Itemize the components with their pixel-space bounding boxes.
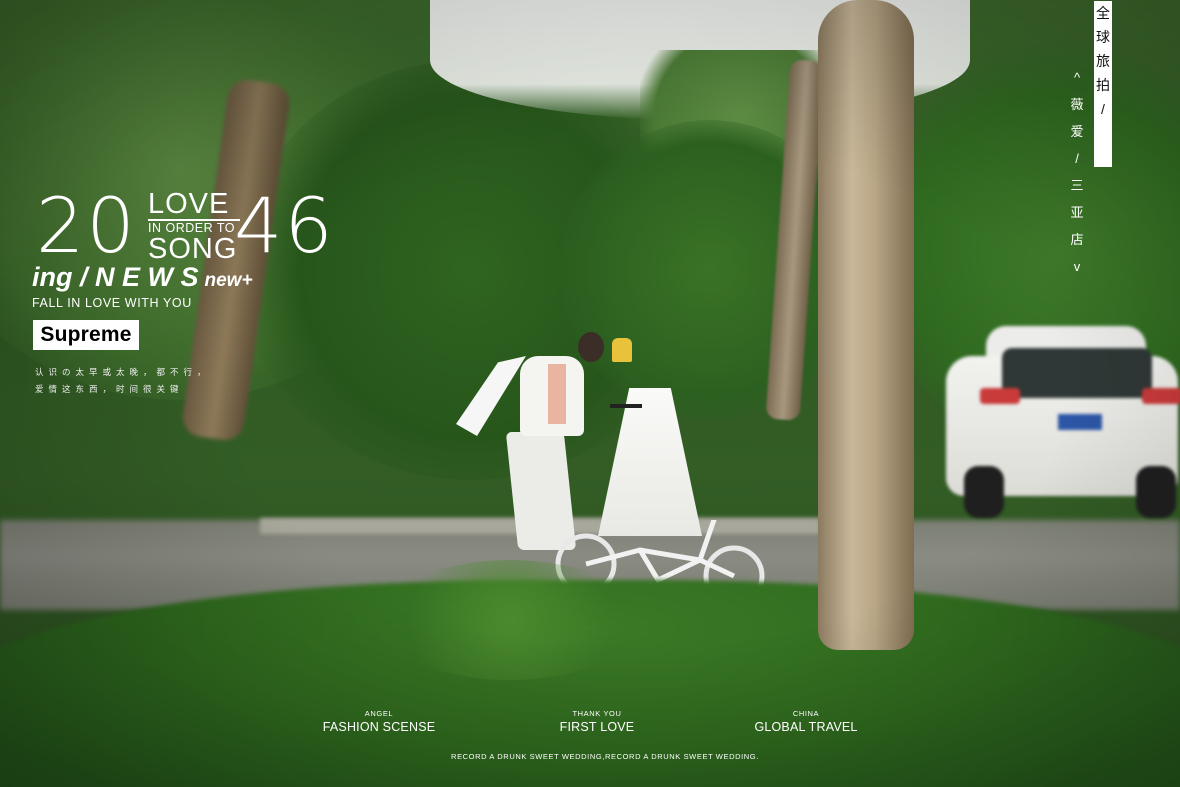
vertical-char: 三 xyxy=(1070,178,1084,193)
year-right: 46 xyxy=(234,181,335,270)
vertical-char: / xyxy=(1075,151,1079,166)
vertical-char: / xyxy=(1101,101,1105,117)
vertical-char: 旅 xyxy=(1096,53,1110,69)
column-global-travel: CHINA GLOBAL TRAVEL xyxy=(748,708,864,735)
chinese-line-1: 认识の太早或太晚，都不行， xyxy=(35,367,211,377)
vertical-char: 爱 xyxy=(1070,124,1084,139)
news-tail: new+ xyxy=(204,270,253,291)
news-main: ing / N E W S xyxy=(32,262,199,292)
vertical-char: 店 xyxy=(1070,232,1084,247)
column-label: FIRST LOVE xyxy=(559,720,635,734)
headline: 20 LOVE IN ORDER TO SONG 46 xyxy=(36,188,366,268)
headline-song: SONG xyxy=(148,233,238,265)
headline-middle: LOVE IN ORDER TO SONG xyxy=(148,190,240,265)
caret-up-icon: ^ xyxy=(1073,70,1081,85)
chinese-caption: 认识の太早或太晚，都不行， 爱情这东西，时间很关键 xyxy=(35,364,211,398)
vertical-studio-name: ^ 薇 爱 / 三 亚 店 v xyxy=(1068,64,1086,280)
caret-down-icon: v xyxy=(1073,259,1081,274)
column-small-label: ANGEL xyxy=(364,709,394,718)
column-label: GLOBAL TRAVEL xyxy=(754,720,858,734)
chinese-line-2: 爱情这东西，时间很关键 xyxy=(35,384,184,394)
column-first-love: THANK YOU FIRST LOVE xyxy=(540,708,654,735)
tagline: FALL IN LOVE WITH YOU xyxy=(32,296,192,310)
column-label: FASHION SCENSE xyxy=(322,720,436,734)
year-left: 20 xyxy=(36,181,137,270)
vertical-char: 亚 xyxy=(1070,205,1084,220)
headline-love: LOVE xyxy=(148,190,240,221)
vertical-char: 拍 xyxy=(1096,77,1110,93)
vertical-char: 球 xyxy=(1096,29,1110,45)
footer-line: RECORD A DRUNK SWEET WEDDING,RECORD A DR… xyxy=(451,752,759,761)
supreme-badge: Supreme xyxy=(33,320,139,350)
column-fashion-scense: ANGEL FASHION SCENSE xyxy=(318,708,440,735)
column-small-label: CHINA xyxy=(792,709,820,718)
column-small-label: THANK YOU xyxy=(572,709,622,718)
vertical-char: 薇 xyxy=(1070,97,1084,112)
vertical-title-box: 全 球 旅 拍 / xyxy=(1094,1,1112,167)
news-line: ing / N E W Snew+ xyxy=(32,262,253,293)
vertical-char: 全 xyxy=(1096,5,1110,21)
